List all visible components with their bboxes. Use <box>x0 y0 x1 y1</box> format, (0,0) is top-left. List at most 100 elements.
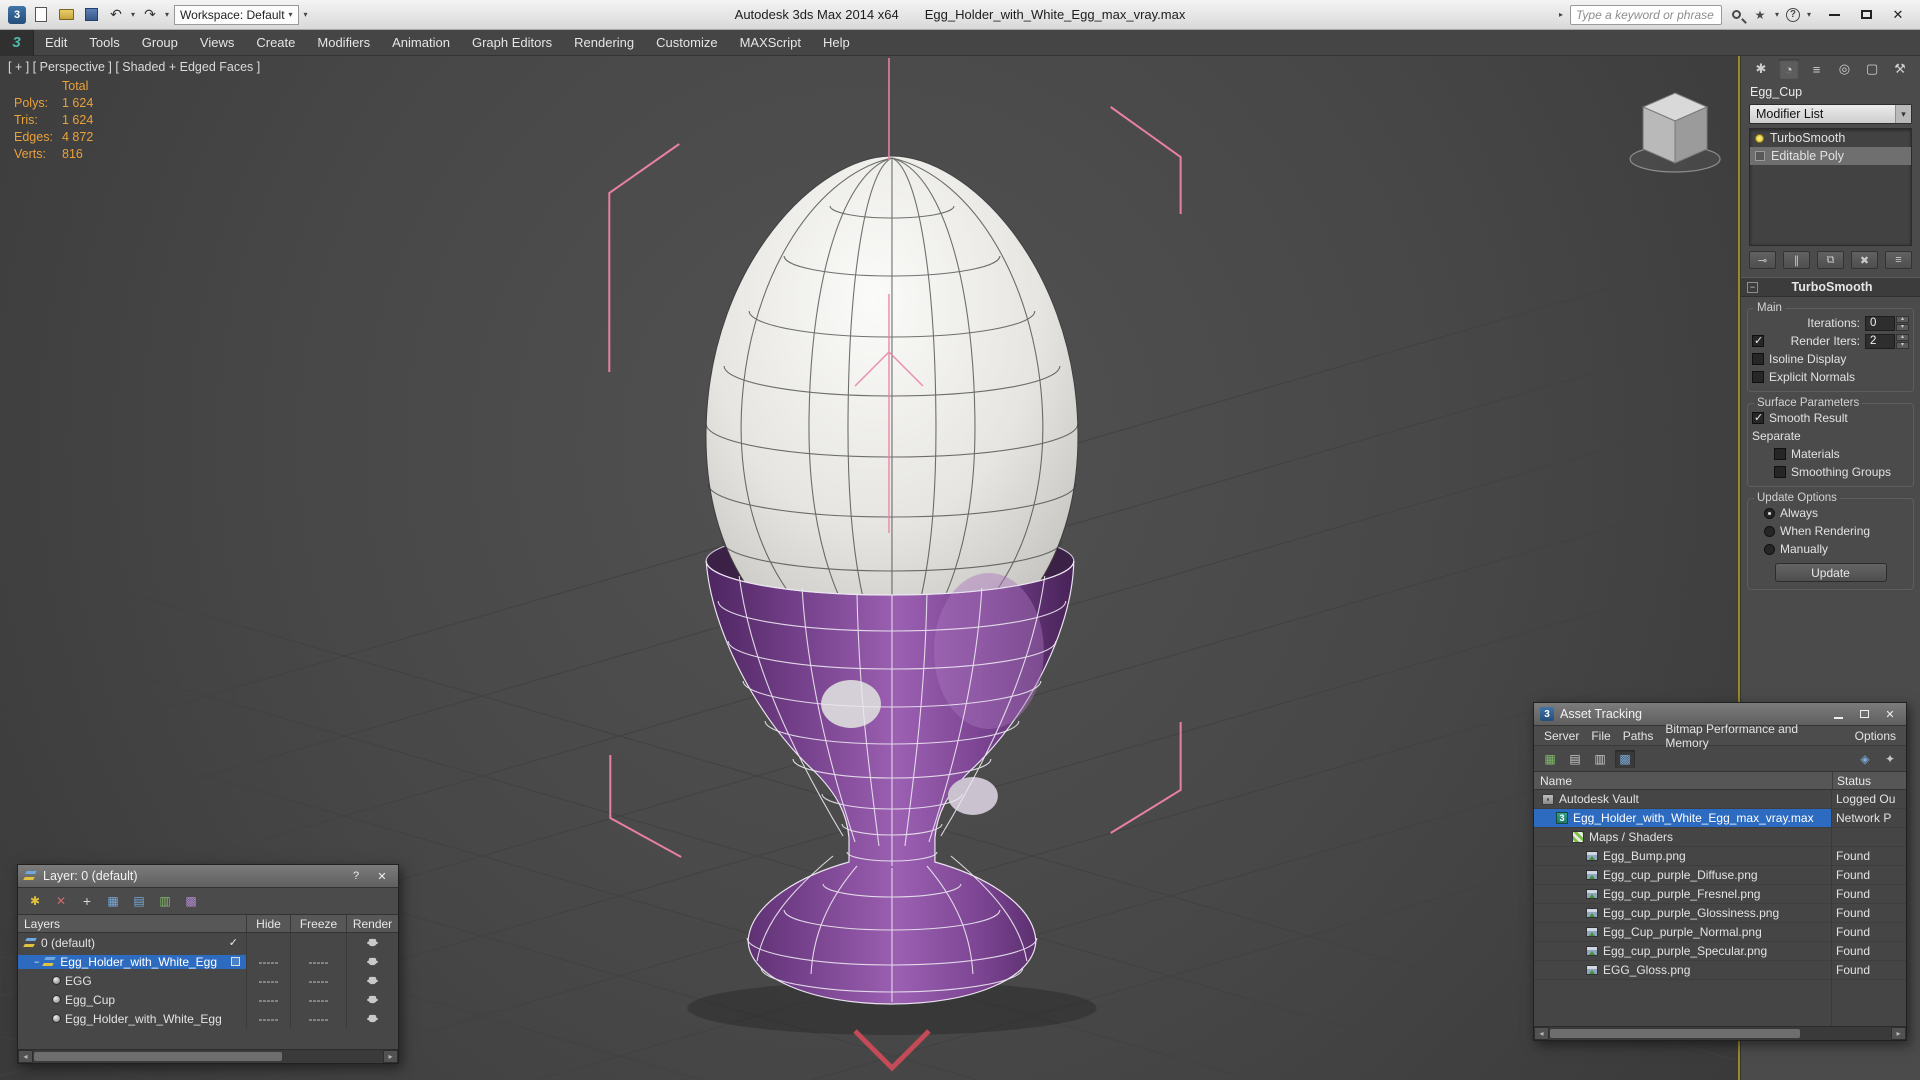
tab-modify[interactable] <box>1778 59 1799 79</box>
close-button[interactable] <box>372 868 392 884</box>
layer-dialog-titlebar[interactable]: Layer: 0 (default) <box>18 865 398 888</box>
options-button[interactable] <box>1880 750 1900 768</box>
menu-group[interactable]: Group <box>131 30 189 56</box>
asset-row[interactable]: Egg_cup_purple_Fresnel.png Found <box>1534 885 1906 904</box>
remove-modifier-button[interactable] <box>1851 251 1878 269</box>
asset-row[interactable]: Autodesk Vault Logged Ou <box>1534 790 1906 809</box>
help-button[interactable] <box>346 868 366 884</box>
asset-row[interactable]: Egg_Bump.png Found <box>1534 847 1906 866</box>
horizontal-scrollbar[interactable] <box>18 1049 398 1063</box>
horizontal-scrollbar[interactable] <box>1534 1026 1906 1040</box>
menu-animation[interactable]: Animation <box>381 30 461 56</box>
viewport-label[interactable]: [ + ] [ Perspective ] [ Shaded + Edged F… <box>8 60 260 74</box>
help-caret-icon[interactable] <box>1807 10 1811 19</box>
render-cell[interactable] <box>346 1009 398 1028</box>
menu-edit[interactable]: Edit <box>34 30 78 56</box>
collapse-icon[interactable] <box>34 957 39 967</box>
max-logo-button[interactable]: 3 <box>0 29 34 56</box>
menu-bitmap-performance[interactable]: Bitmap Performance and Memory <box>1659 722 1848 750</box>
configure-modifier-sets-button[interactable] <box>1885 251 1912 269</box>
show-end-result-button[interactable] <box>1783 251 1810 269</box>
update-button[interactable]: Update <box>1774 563 1887 582</box>
menu-options[interactable]: Options <box>1849 729 1902 743</box>
pin-stack-button[interactable] <box>1749 251 1776 269</box>
hide-cell[interactable]: ----- <box>246 1009 290 1028</box>
smoothing-groups-checkbox[interactable] <box>1774 466 1786 478</box>
menu-maxscript[interactable]: MAXScript <box>729 30 812 56</box>
spin-down-icon[interactable] <box>1896 341 1909 349</box>
iterations-spinner[interactable]: 0 <box>1865 315 1909 331</box>
menu-tools[interactable]: Tools <box>78 30 130 56</box>
freeze-layer-button[interactable] <box>181 892 201 910</box>
stack-item-turbosmooth[interactable]: TurboSmooth <box>1750 129 1911 147</box>
hide-cell[interactable]: ----- <box>246 990 290 1009</box>
scroll-right-icon[interactable] <box>1891 1027 1906 1040</box>
layer-row[interactable]: EGG ----- ----- <box>18 971 398 990</box>
menu-create[interactable]: Create <box>245 30 306 56</box>
tab-utilities[interactable] <box>1890 59 1910 79</box>
scroll-left-icon[interactable] <box>1534 1027 1549 1040</box>
delete-layer-button[interactable] <box>51 892 71 910</box>
maximize-button[interactable] <box>1854 706 1874 722</box>
layer-color-box[interactable] <box>231 957 240 966</box>
menu-help[interactable]: Help <box>812 30 861 56</box>
tab-display[interactable] <box>1862 59 1882 79</box>
undo-button[interactable] <box>106 5 126 25</box>
freeze-cell[interactable] <box>290 933 346 952</box>
layer-row[interactable]: Egg_Cup ----- ----- <box>18 990 398 1009</box>
list-view-button[interactable] <box>1565 750 1585 768</box>
manually-radio[interactable] <box>1764 543 1775 555</box>
close-button[interactable] <box>1880 706 1900 722</box>
object-name-field[interactable]: Egg_Cup <box>1741 82 1920 102</box>
select-objects-in-layer-button[interactable] <box>103 892 123 910</box>
asset-row[interactable]: EGG_Gloss.png Found <box>1534 961 1906 980</box>
freeze-cell[interactable]: ----- <box>290 1009 346 1028</box>
hide-cell[interactable]: ----- <box>246 971 290 990</box>
layer-row[interactable]: Egg_Holder_with_White_Egg ----- ----- <box>18 952 398 971</box>
scroll-right-icon[interactable] <box>383 1050 398 1063</box>
menu-server[interactable]: Server <box>1538 729 1585 743</box>
search-icon[interactable] <box>1729 7 1745 23</box>
column-freeze[interactable]: Freeze <box>290 915 346 932</box>
spin-down-icon[interactable] <box>1896 323 1909 331</box>
menu-modifiers[interactable]: Modifiers <box>306 30 381 56</box>
table-view-button[interactable] <box>1540 750 1560 768</box>
tab-hierarchy[interactable] <box>1807 59 1827 79</box>
render-cell[interactable] <box>346 933 398 952</box>
asset-row[interactable]: 3 Egg_Holder_with_White_Egg_max_vray.max … <box>1534 809 1906 828</box>
asset-row[interactable]: Egg_cup_purple_Glossiness.png Found <box>1534 904 1906 923</box>
layer-row[interactable]: Egg_Holder_with_White_Egg ----- ----- <box>18 1009 398 1028</box>
details-view-button[interactable] <box>1590 750 1610 768</box>
undo-caret-icon[interactable] <box>131 10 135 19</box>
redo-button[interactable] <box>140 5 160 25</box>
search-options-caret-icon[interactable] <box>1775 10 1779 19</box>
asset-row[interactable]: Egg_Cup_purple_Normal.png Found <box>1534 923 1906 942</box>
render-cell[interactable] <box>346 952 398 971</box>
menu-paths[interactable]: Paths <box>1617 729 1660 743</box>
asset-row[interactable]: Egg_cup_purple_Diffuse.png Found <box>1534 866 1906 885</box>
menu-customize[interactable]: Customize <box>645 30 728 56</box>
menu-file[interactable]: File <box>1585 729 1616 743</box>
materials-checkbox[interactable] <box>1774 448 1786 460</box>
hide-layer-button[interactable] <box>155 892 175 910</box>
render-iters-spinner[interactable]: 2 <box>1865 333 1909 349</box>
render-cell[interactable] <box>346 990 398 1009</box>
tab-create[interactable] <box>1751 59 1771 79</box>
modifier-list-dropdown[interactable]: Modifier List <box>1749 104 1912 124</box>
isoline-display-checkbox[interactable] <box>1752 353 1764 365</box>
search-expand-icon[interactable] <box>1559 10 1563 19</box>
close-button[interactable] <box>1882 4 1914 26</box>
column-layers[interactable]: Layers <box>18 917 246 931</box>
highlight-button[interactable] <box>1855 750 1875 768</box>
new-file-button[interactable] <box>31 5 51 25</box>
minimize-button[interactable] <box>1818 4 1850 26</box>
rollout-header-turbosmooth[interactable]: TurboSmooth <box>1741 277 1920 297</box>
scrollbar-thumb[interactable] <box>1550 1029 1800 1038</box>
asset-row[interactable]: Egg_cup_purple_Specular.png Found <box>1534 942 1906 961</box>
scroll-left-icon[interactable] <box>18 1050 33 1063</box>
render-iters-value[interactable]: 2 <box>1865 333 1895 349</box>
spin-up-icon[interactable] <box>1896 315 1909 323</box>
minimize-button[interactable] <box>1828 706 1848 722</box>
favorites-icon[interactable] <box>1752 7 1768 23</box>
grid-view-button[interactable] <box>1615 749 1635 768</box>
